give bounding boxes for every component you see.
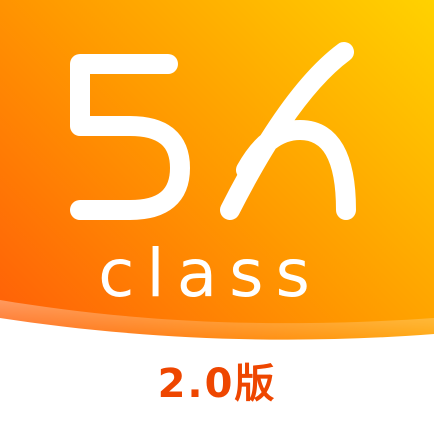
app-icon: class 2.0版: [0, 0, 434, 434]
logo-word-class: class: [98, 235, 322, 312]
version-label: 2.0版: [157, 361, 277, 407]
